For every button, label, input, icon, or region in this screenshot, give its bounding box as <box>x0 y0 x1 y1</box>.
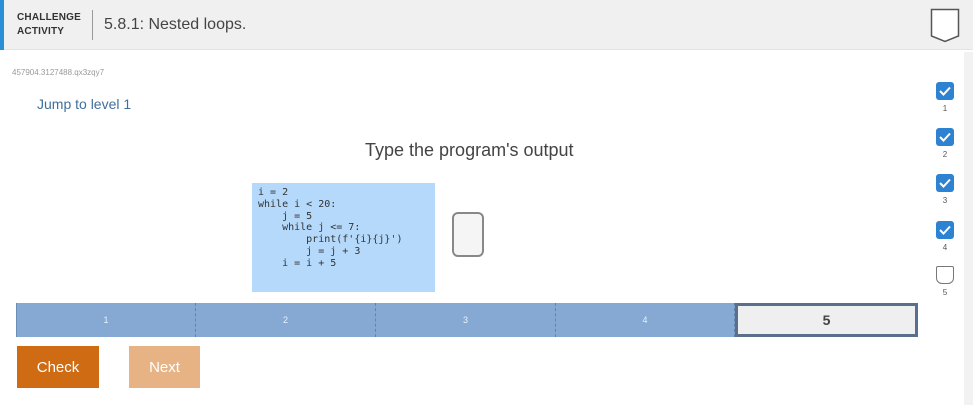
header-accent-bar <box>0 0 4 50</box>
activity-header: CHALLENGE ACTIVITY 5.8.1: Nested loops. <box>0 0 973 50</box>
activity-type-label: CHALLENGE ACTIVITY <box>17 11 81 39</box>
level-3-segment[interactable]: 3 <box>376 303 556 337</box>
code-line: while i < 20: <box>258 198 337 210</box>
header-divider <box>92 10 93 40</box>
activity-type-line2: ACTIVITY <box>17 26 65 37</box>
challenge-prompt: Type the program's output <box>365 140 574 160</box>
output-answer-input[interactable] <box>452 212 484 257</box>
level-5-segment[interactable]: 5 <box>735 303 918 337</box>
level-indicator-3: 3 <box>935 174 955 205</box>
check-button[interactable]: Check <box>17 346 99 388</box>
level-indicator-number: 2 <box>942 150 948 159</box>
level-indicator-number: 1 <box>942 104 948 113</box>
check-icon <box>936 128 954 146</box>
check-icon <box>936 82 954 100</box>
activity-type-line1: CHALLENGE <box>17 12 82 23</box>
scrollbar[interactable] <box>964 52 973 405</box>
level-indicator-1: 1 <box>935 82 955 113</box>
level-indicator-2: 2 <box>935 128 955 159</box>
code-line: print(f'{i}{j}') <box>258 234 403 246</box>
level-indicator-number: 4 <box>942 243 948 252</box>
level-indicator-4: 4 <box>935 221 955 252</box>
code-line: i = 2 <box>258 187 289 198</box>
level-1-segment[interactable]: 1 <box>16 303 196 337</box>
jump-to-level-link[interactable]: Jump to level 1 <box>37 96 131 112</box>
level-indicator-number: 5 <box>942 288 948 297</box>
bookmark-icon[interactable] <box>930 8 960 43</box>
level-indicator-number: 3 <box>942 196 948 205</box>
level-2-segment[interactable]: 2 <box>196 303 376 337</box>
activity-title: 5.8.1: Nested loops. <box>104 16 247 33</box>
check-icon <box>936 174 954 192</box>
empty-level-icon <box>936 266 954 284</box>
next-button[interactable]: Next <box>129 346 200 388</box>
code-block: i = 2 while i < 20: j = 5 while j <= 7: … <box>252 183 435 292</box>
code-line: i = i + 5 <box>258 257 337 269</box>
code-text: i = 2 while i < 20: j = 5 while j <= 7: … <box>258 187 429 270</box>
level-indicator-5: 5 <box>935 266 955 297</box>
code-line: j = 5 <box>258 210 313 222</box>
level-4-segment[interactable]: 4 <box>556 303 735 337</box>
level-progress-bar: 1 2 3 4 5 <box>16 303 918 337</box>
check-icon <box>936 221 954 239</box>
code-line: j = j + 3 <box>258 245 361 257</box>
code-line: while j <= 7: <box>258 222 361 234</box>
activity-id: 457904.3127488.qx3zqy7 <box>12 68 105 77</box>
